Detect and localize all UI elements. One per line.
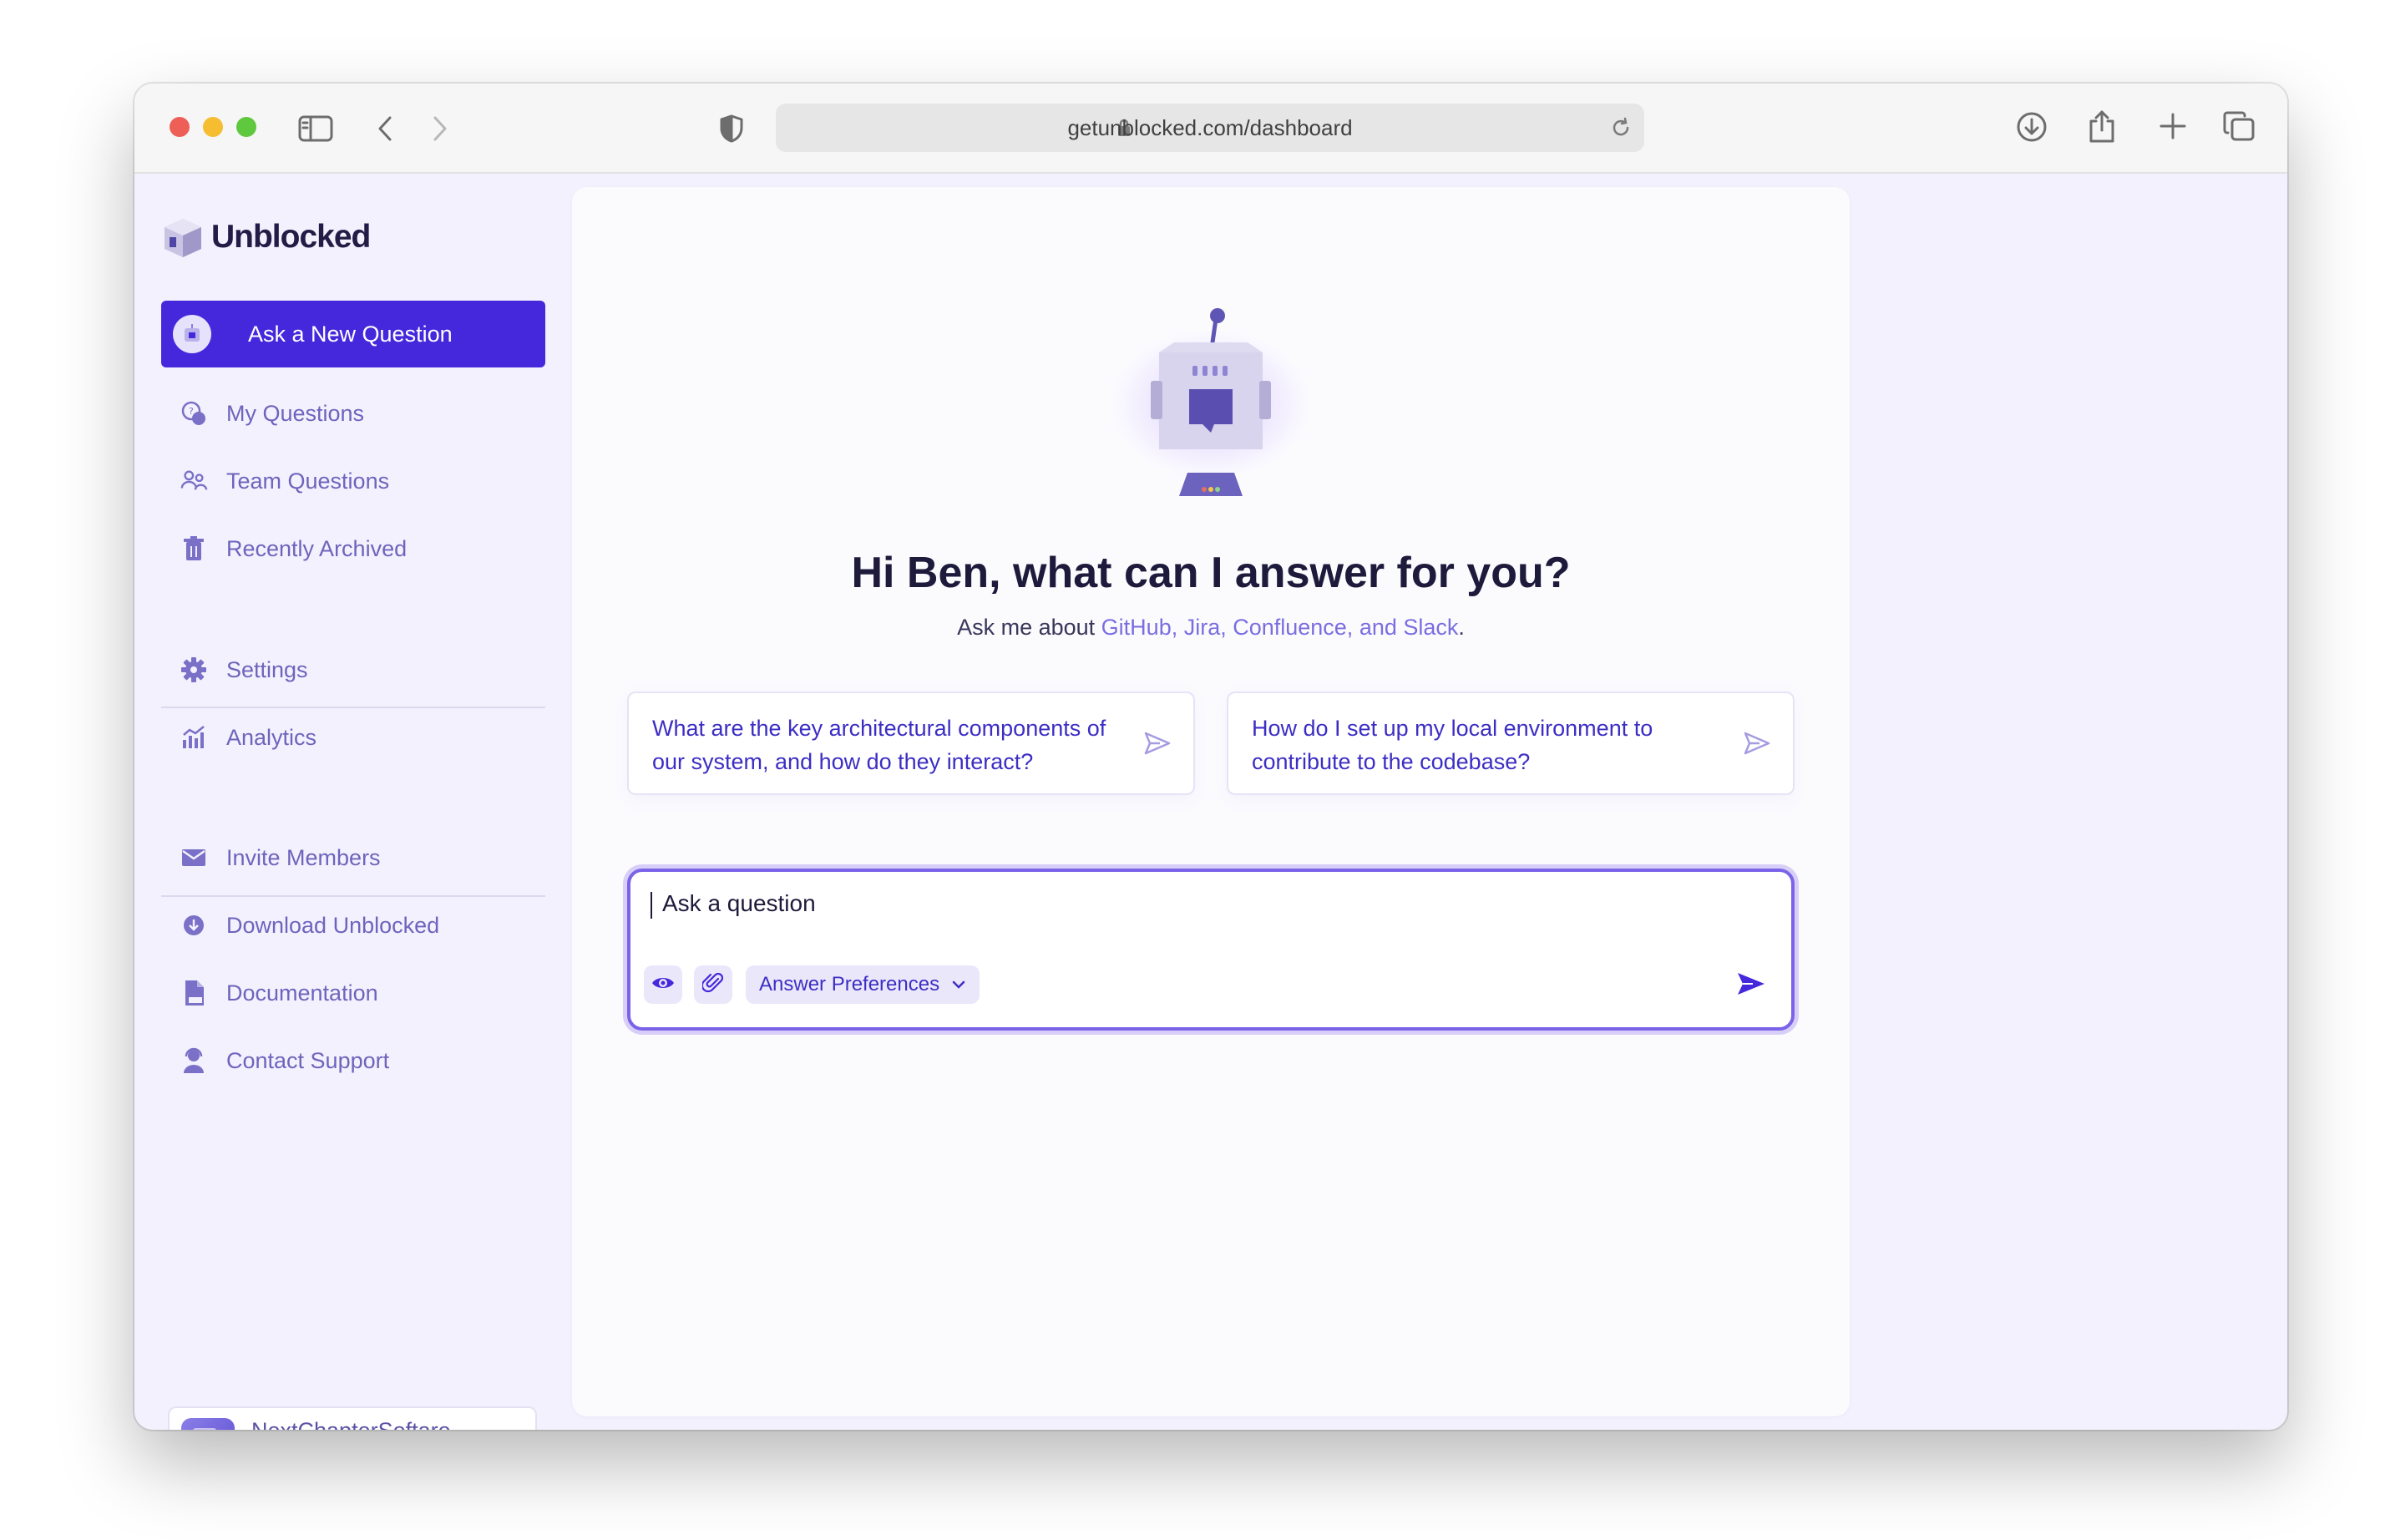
document-icon xyxy=(180,979,208,1007)
sidebar-item-label: Recently Archived xyxy=(226,535,408,561)
main-panel: Hi Ben, what can I answer for you? Ask m… xyxy=(572,187,1850,1416)
suggestion-card[interactable]: What are the key architectural component… xyxy=(627,691,1195,795)
sidebar-item-team-questions[interactable]: Team Questions xyxy=(180,460,389,502)
sidebar-item-label: Invite Members xyxy=(226,844,381,870)
zoom-window-button[interactable] xyxy=(236,117,256,137)
sidebar-item-label: My Questions xyxy=(226,400,365,426)
sidebar-item-settings[interactable]: Settings xyxy=(180,649,308,691)
downloads-icon[interactable] xyxy=(2015,110,2048,144)
questions-icon: ? xyxy=(180,399,208,428)
sidebar-item-label: Download Unblocked xyxy=(226,912,440,938)
sidebar-item-invite-members[interactable]: Invite Members xyxy=(180,837,381,879)
team-icon xyxy=(180,467,208,495)
url-text: getunblocked.com/dashboard xyxy=(1067,115,1353,140)
send-icon xyxy=(1736,973,1766,1000)
paperclip-icon xyxy=(701,971,724,999)
workspace-switcher[interactable]: NextChapterSoftare benedict-jw xyxy=(168,1406,537,1430)
subtitle-prefix: Ask me about xyxy=(957,615,1101,640)
unblocked-logo-icon xyxy=(165,219,201,257)
subtitle-suffix: . xyxy=(1458,615,1465,640)
share-icon[interactable] xyxy=(2087,109,2117,144)
sidebar-item-documentation[interactable]: Documentation xyxy=(180,972,378,1014)
question-composer[interactable]: Ask a question Answer Preferences xyxy=(627,869,1795,1031)
visibility-toggle-button[interactable] xyxy=(644,965,682,1004)
logo[interactable]: Unblocked xyxy=(161,215,371,259)
forward-icon[interactable] xyxy=(432,115,448,142)
sidebar-item-label: Analytics xyxy=(226,724,317,750)
sidebar-item-label: Documentation xyxy=(226,980,378,1006)
minimize-window-button[interactable] xyxy=(203,117,223,137)
sidebar: Unblocked Ask a New Question ? My Questi… xyxy=(134,174,569,1430)
gear-icon xyxy=(180,656,208,684)
workspace-avatar xyxy=(181,1418,235,1430)
back-icon[interactable] xyxy=(377,115,393,142)
sidebar-item-download-unblocked[interactable]: Download Unblocked xyxy=(180,904,439,946)
suggestion-card[interactable]: How do I set up my local environment to … xyxy=(1227,691,1795,795)
sidebar-item-analytics[interactable]: Analytics xyxy=(180,717,316,758)
greeting-heading: Hi Ben, what can I answer for you? xyxy=(851,549,1571,597)
eye-icon xyxy=(651,974,676,996)
privacy-shield-icon[interactable] xyxy=(719,114,744,144)
sidebar-toggle-icon[interactable] xyxy=(298,115,333,142)
robot-illustration xyxy=(1144,296,1278,509)
suggestion-text: What are the key architectural component… xyxy=(652,716,1106,774)
envelope-icon xyxy=(180,843,208,872)
address-bar[interactable]: getunblocked.com/dashboard xyxy=(776,104,1644,152)
subtitle-sources: GitHub, Jira, Confluence, and Slack xyxy=(1101,615,1459,640)
reload-icon[interactable] xyxy=(1609,116,1633,144)
sidebar-item-my-questions[interactable]: ? My Questions xyxy=(180,393,364,434)
attach-button[interactable] xyxy=(694,965,732,1004)
support-icon xyxy=(180,1046,208,1075)
tab-overview-icon[interactable] xyxy=(2222,110,2256,142)
svg-text:?: ? xyxy=(189,406,194,417)
sidebar-item-label: Settings xyxy=(226,656,308,682)
send-icon xyxy=(1743,730,1771,761)
new-tab-icon[interactable] xyxy=(2159,112,2187,140)
send-icon xyxy=(1143,730,1172,761)
ask-new-question-label: Ask a New Question xyxy=(248,321,453,347)
workspace-name: NextChapterSoftare xyxy=(251,1418,451,1430)
answer-preferences-label: Answer Preferences xyxy=(759,973,940,995)
question-input[interactable]: Ask a question xyxy=(662,890,816,917)
sidebar-divider xyxy=(161,707,545,708)
sidebar-item-recently-archived[interactable]: Recently Archived xyxy=(180,528,407,570)
sidebar-item-contact-support[interactable]: Contact Support xyxy=(180,1040,389,1082)
sidebar-item-label: Contact Support xyxy=(226,1047,390,1073)
suggestion-text: How do I set up my local environment to … xyxy=(1252,716,1653,774)
greeting-subtitle: Ask me about GitHub, Jira, Confluence, a… xyxy=(572,615,1850,641)
analytics-icon xyxy=(180,723,208,752)
browser-toolbar: getunblocked.com/dashboard xyxy=(134,84,2287,174)
submit-question-button[interactable] xyxy=(1736,970,1766,1001)
robot-avatar-icon xyxy=(173,315,211,353)
sidebar-divider xyxy=(161,895,545,897)
ask-new-question-button[interactable]: Ask a New Question xyxy=(161,301,545,367)
download-icon xyxy=(180,911,208,940)
close-window-button[interactable] xyxy=(170,117,190,137)
logo-text: Unblocked xyxy=(211,219,371,255)
browser-window: getunblocked.com/dashboard Unblocked Ask… xyxy=(134,84,2287,1430)
answer-preferences-dropdown[interactable]: Answer Preferences xyxy=(746,965,980,1004)
text-cursor xyxy=(651,892,652,919)
chevron-down-icon xyxy=(951,980,966,990)
sidebar-item-label: Team Questions xyxy=(226,468,390,494)
trash-icon xyxy=(180,534,208,563)
